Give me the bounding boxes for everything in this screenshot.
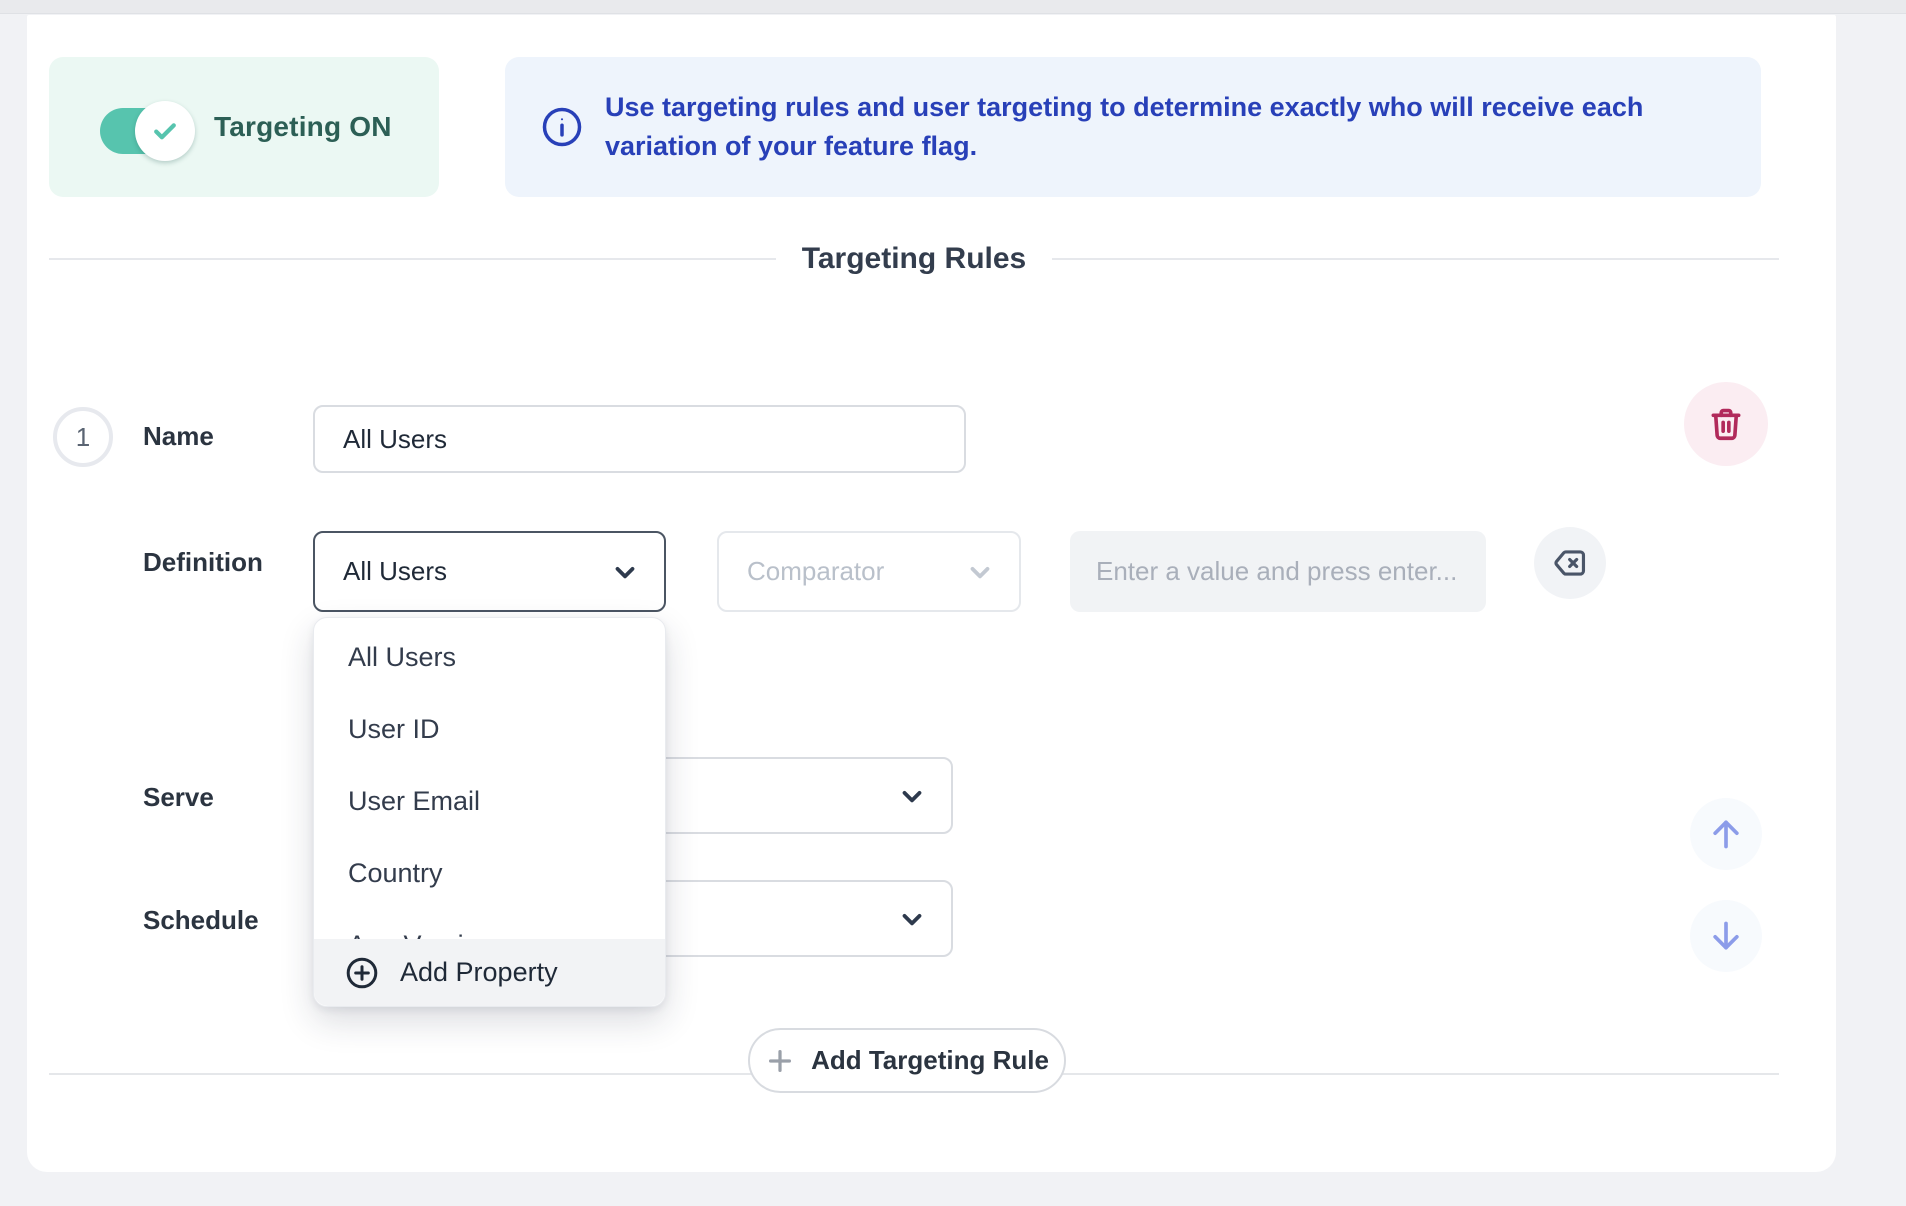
rule-name-input[interactable] [313, 405, 966, 473]
add-targeting-rule-label: Add Targeting Rule [811, 1045, 1049, 1076]
schedule-label: Schedule [143, 905, 259, 936]
definition-select-value: All Users [343, 556, 447, 587]
menu-item-app-version[interactable]: App Version [314, 909, 665, 939]
chevron-down-icon [965, 557, 995, 587]
menu-item-all-users[interactable]: All Users [314, 621, 665, 693]
page-title: Targeting Rules [776, 242, 1052, 276]
move-rule-up-button[interactable] [1690, 798, 1762, 870]
definition-label: Definition [143, 547, 263, 578]
arrow-up-icon [1706, 814, 1746, 854]
top-strip [0, 0, 1906, 14]
targeting-status-label: Targeting ON [214, 57, 392, 197]
delete-rule-button[interactable] [1684, 382, 1768, 466]
divider [1052, 258, 1779, 260]
targeting-toggle[interactable] [100, 108, 192, 154]
toggle-knob [135, 101, 195, 161]
name-label: Name [143, 421, 214, 452]
plus-circle-icon [344, 955, 380, 991]
serve-label: Serve [143, 782, 214, 813]
definition-value-input[interactable] [1070, 531, 1486, 612]
add-property-menu-item[interactable]: Add Property [314, 939, 665, 1006]
menu-item-country[interactable]: Country [314, 837, 665, 909]
arrow-down-icon [1706, 916, 1746, 956]
section-header: Targeting Rules [49, 239, 1779, 279]
property-menu-list: All Users User ID User Email Country App… [314, 618, 665, 939]
targeting-status-panel: Targeting ON [49, 57, 439, 197]
divider [49, 258, 776, 260]
move-rule-down-button[interactable] [1690, 900, 1762, 972]
add-targeting-rule-button[interactable]: Add Targeting Rule [748, 1028, 1066, 1093]
plus-icon [765, 1046, 795, 1076]
rule-number-badge: 1 [53, 407, 113, 467]
definition-select[interactable]: All Users [313, 531, 666, 612]
check-icon [150, 116, 180, 146]
info-icon [541, 106, 583, 148]
info-banner: Use targeting rules and user targeting t… [505, 57, 1761, 197]
comparator-select-placeholder: Comparator [747, 556, 884, 587]
chevron-down-icon [610, 557, 640, 587]
backspace-icon [1551, 544, 1589, 582]
menu-item-user-id[interactable]: User ID [314, 693, 665, 765]
chevron-down-icon [897, 904, 927, 934]
chevron-down-icon [897, 781, 927, 811]
clear-definition-button[interactable] [1534, 527, 1606, 599]
trash-icon [1707, 405, 1745, 443]
comparator-select[interactable]: Comparator [717, 531, 1021, 612]
menu-item-user-email[interactable]: User Email [314, 765, 665, 837]
property-dropdown-menu: All Users User ID User Email Country App… [313, 617, 666, 1007]
info-banner-text: Use targeting rules and user targeting t… [605, 88, 1723, 166]
add-property-label: Add Property [400, 957, 558, 988]
